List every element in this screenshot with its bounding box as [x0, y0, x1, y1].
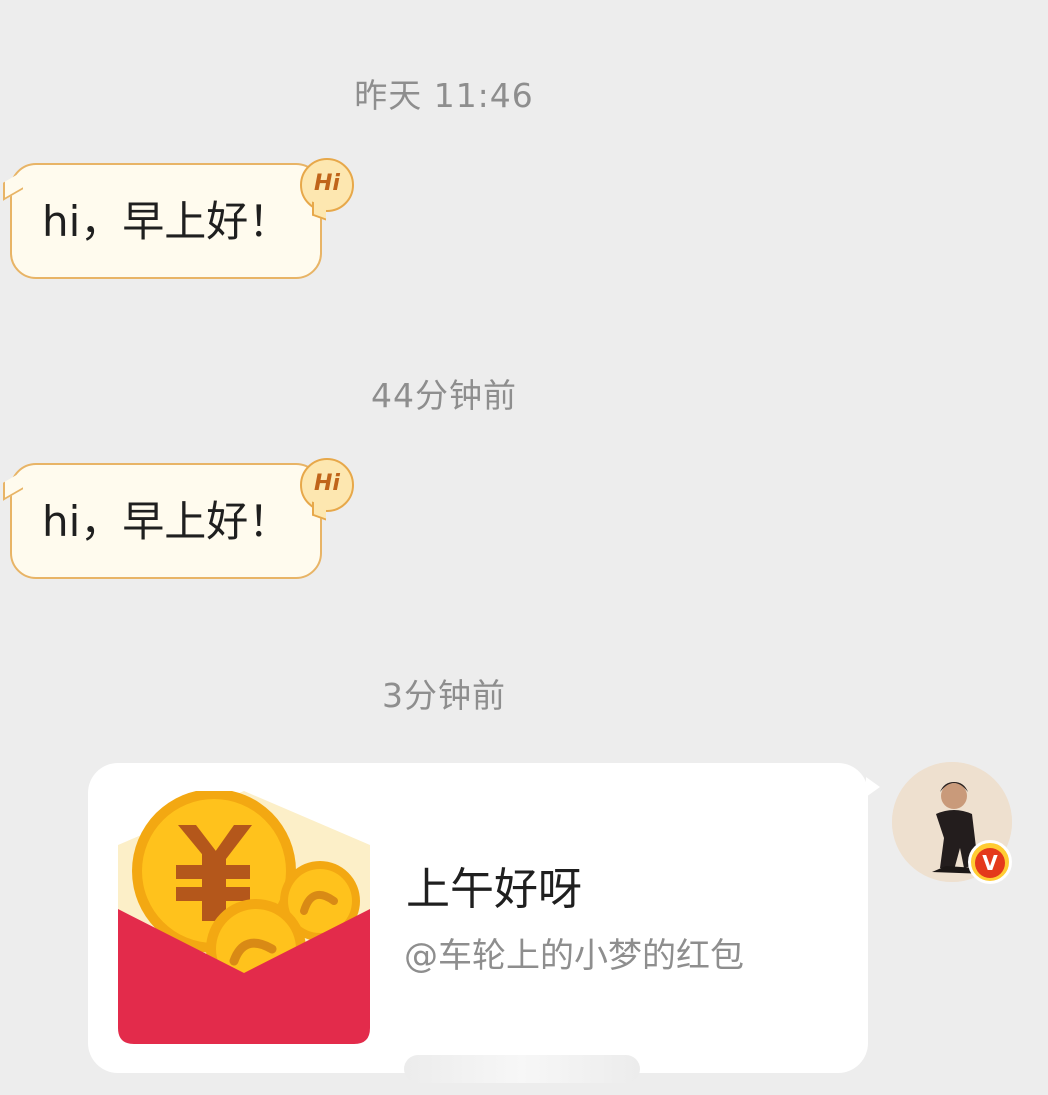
bubble-tail [866, 777, 880, 797]
bubble-tail [3, 471, 23, 501]
hi-badge-icon: Hi [300, 458, 354, 512]
red-packet-icon [118, 791, 370, 1044]
bubble-tail [3, 171, 23, 201]
hi-badge-icon: Hi [300, 158, 354, 212]
message-text: hi，早上好！ [42, 197, 291, 246]
red-packet-message[interactable]: 上午好呀 @车轮上的小梦的红包 [88, 763, 880, 1073]
red-packet-title: 上午好呀 [406, 864, 582, 915]
greeting-message-bubble[interactable]: hi，早上好！ [3, 163, 322, 279]
greeting-message-bubble[interactable]: hi，早上好！ [3, 463, 322, 579]
timestamp: 昨天 11:46 [354, 76, 534, 115]
message-text: hi，早上好！ [42, 497, 291, 546]
verified-badge-icon: V [968, 840, 1012, 884]
red-packet-sender: @车轮上的小梦的红包 [404, 936, 744, 976]
timestamp: 44分钟前 [371, 376, 517, 415]
timestamp: 3分钟前 [382, 676, 506, 715]
verified-label: V [975, 848, 1005, 878]
loading-placeholder [404, 1055, 640, 1083]
